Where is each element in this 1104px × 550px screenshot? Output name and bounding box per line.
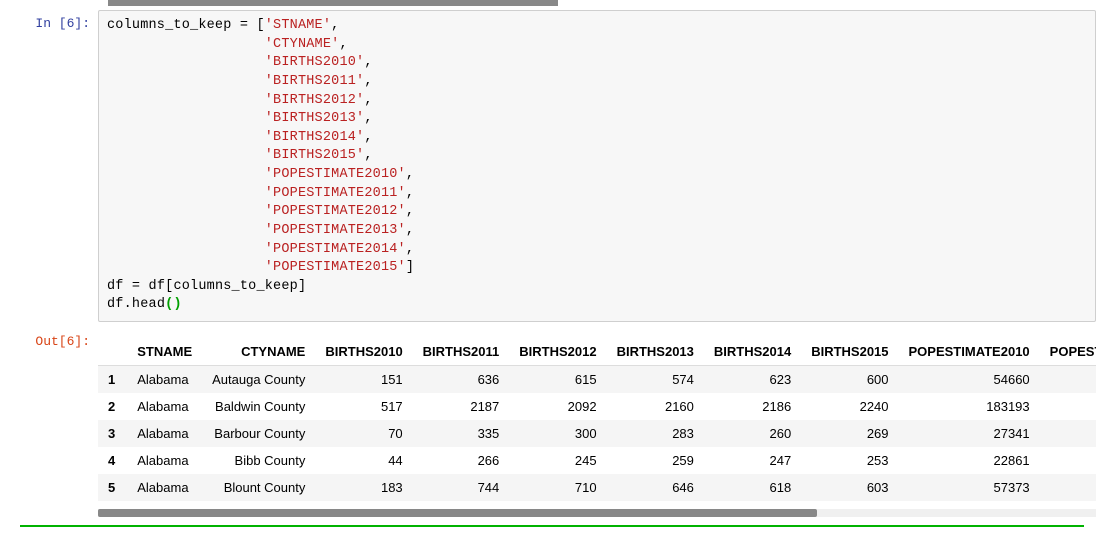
table-row: 1AlabamaAutauga County151636615574623600… [98,366,1096,394]
table-cell: 259 [607,447,704,474]
table-header-row: STNAMECTYNAMEBIRTHS2010BIRTHS2011BIRTHS2… [98,338,1096,366]
row-index: 5 [98,474,127,501]
table-cell: 70 [315,420,412,447]
table-row: 3AlabamaBarbour County703353002832602692… [98,420,1096,447]
table-cell: Baldwin County [202,393,315,420]
row-index: 2 [98,393,127,420]
table-cell: 300 [509,420,606,447]
table-cell: Alabama [127,420,202,447]
table-index-header [98,338,127,366]
table-cell: 517 [315,393,412,420]
table-cell: 27226 [1040,420,1096,447]
table-cell: 335 [413,420,510,447]
table-cell: 183 [315,474,412,501]
dataframe-table: STNAMECTYNAMEBIRTHS2010BIRTHS2011BIRTHS2… [98,338,1096,501]
table-cell: 2187 [413,393,510,420]
table-cell: Alabama [127,447,202,474]
table-cell: 615 [509,366,606,394]
table-row: 5AlabamaBlount County1837447106466186035… [98,474,1096,501]
table-cell: Alabama [127,393,202,420]
column-header: BIRTHS2012 [509,338,606,366]
table-cell: 618 [704,474,801,501]
table-cell: 44 [315,447,412,474]
running-cell-indicator [20,525,1084,527]
table-cell: 260 [704,420,801,447]
table-cell: 245 [509,447,606,474]
table-cell: 22733 [1040,447,1096,474]
column-header: BIRTHS2015 [801,338,898,366]
table-cell: 151 [315,366,412,394]
row-index: 4 [98,447,127,474]
table-cell: Bibb County [202,447,315,474]
table-cell: 253 [801,447,898,474]
table-cell: 603 [801,474,898,501]
table-cell: 247 [704,447,801,474]
table-cell: 186659 [1040,393,1096,420]
table-cell: 646 [607,474,704,501]
table-cell: Blount County [202,474,315,501]
table-cell: 623 [704,366,801,394]
column-header: STNAME [127,338,202,366]
table-cell: 269 [801,420,898,447]
row-index: 3 [98,420,127,447]
table-cell: 710 [509,474,606,501]
column-header: CTYNAME [202,338,315,366]
column-header: BIRTHS2011 [413,338,510,366]
column-header: BIRTHS2014 [704,338,801,366]
column-header: POPESTIMATE2010 [899,338,1040,366]
column-header: BIRTHS2013 [607,338,704,366]
column-header: BIRTHS2010 [315,338,412,366]
table-cell: 283 [607,420,704,447]
table-cell: 574 [607,366,704,394]
notebook: In [6]: columns_to_keep = ['STNAME', 'CT… [0,0,1104,527]
table-cell: Alabama [127,366,202,394]
table-row: 4AlabamaBibb County442662452592472532286… [98,447,1096,474]
table-cell: 2186 [704,393,801,420]
code-input[interactable]: columns_to_keep = ['STNAME', 'CTYNAME', … [98,10,1096,322]
table-cell: 27341 [899,420,1040,447]
table-cell: 744 [413,474,510,501]
horizontal-scrollbar[interactable] [98,509,1096,517]
table-cell: 636 [413,366,510,394]
table-cell: 55253 [1040,366,1096,394]
input-prompt: In [6]: [8,10,98,31]
table-cell: 2160 [607,393,704,420]
output-area[interactable]: STNAMECTYNAMEBIRTHS2010BIRTHS2011BIRTHS2… [98,328,1096,517]
table-cell: 600 [801,366,898,394]
code-cell: In [6]: columns_to_keep = ['STNAME', 'CT… [8,10,1096,322]
table-cell: 57373 [899,474,1040,501]
table-cell: 183193 [899,393,1040,420]
table-row: 2AlabamaBaldwin County517218720922160218… [98,393,1096,420]
table-cell: Alabama [127,474,202,501]
table-cell: Autauga County [202,366,315,394]
scrollbar-thumb[interactable] [98,509,817,517]
output-cell: Out[6]: STNAMECTYNAMEBIRTHS2010BIRTHS201… [8,328,1096,517]
column-header: POPESTIMATE2011 [1040,338,1096,366]
table-cell: 22861 [899,447,1040,474]
table-cell: 2092 [509,393,606,420]
table-cell: Barbour County [202,420,315,447]
row-index: 1 [98,366,127,394]
horizontal-scrollbar[interactable] [108,0,558,6]
output-prompt: Out[6]: [8,328,98,349]
table-cell: 54660 [899,366,1040,394]
table-cell: 57711 [1040,474,1096,501]
table-cell: 2240 [801,393,898,420]
table-cell: 266 [413,447,510,474]
